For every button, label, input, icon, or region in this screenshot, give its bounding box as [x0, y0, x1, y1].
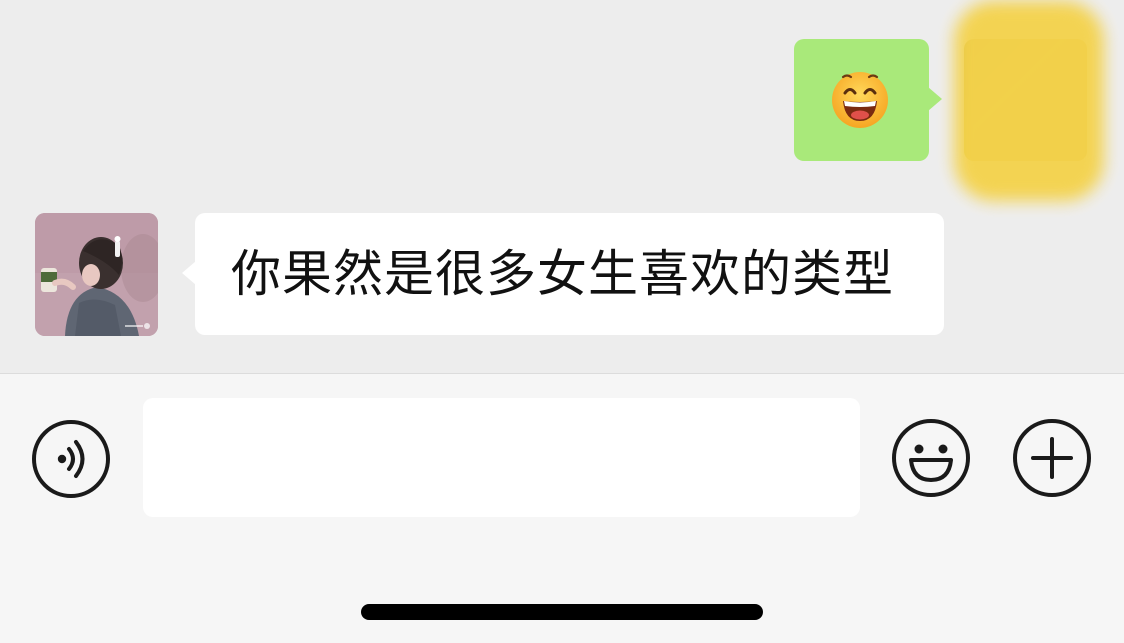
emoji-icon[interactable]: [891, 418, 971, 498]
voice-icon[interactable]: [31, 419, 111, 499]
home-indicator: [361, 604, 763, 620]
my-avatar[interactable]: [954, 1, 1104, 201]
contact-avatar[interactable]: [35, 213, 158, 336]
avatar-blur-overlay: [954, 1, 1104, 201]
plus-icon[interactable]: [1012, 418, 1092, 498]
message-text: 你果然是很多女生喜欢的类型: [231, 245, 894, 303]
message-input[interactable]: [143, 398, 860, 517]
grinning-face-icon: [832, 72, 888, 128]
girl-illustration-avatar: [35, 213, 158, 336]
input-bar: [0, 373, 1124, 643]
incoming-message-bubble[interactable]: 你果然是很多女生喜欢的类型: [182, 213, 944, 335]
outgoing-message-bubble[interactable]: [794, 39, 942, 161]
chat-message-list[interactable]: 你果然是很多女生喜欢的类型: [0, 0, 1124, 373]
